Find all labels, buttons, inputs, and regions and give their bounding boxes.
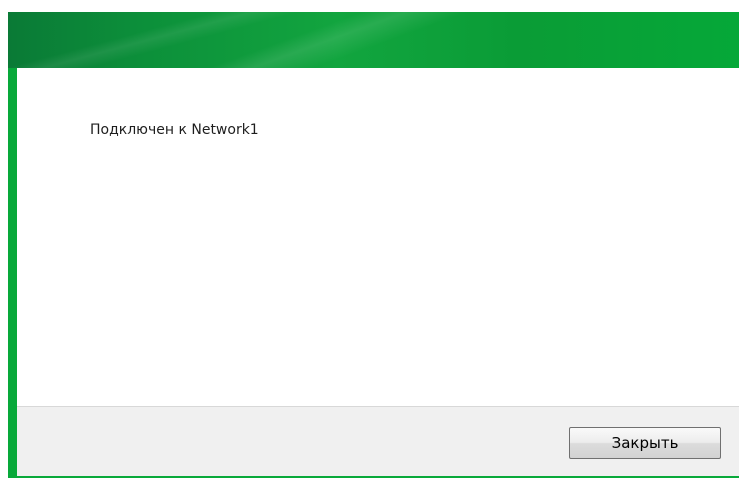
connection-status-text: Подключен к Network1 [90, 122, 259, 138]
title-bar[interactable] [8, 12, 739, 68]
dialog-window: Подключен к Network1 Закрыть [8, 12, 739, 478]
dialog-client-area: Подключен к Network1 Закрыть [17, 68, 739, 478]
dialog-content: Подключен к Network1 [17, 68, 739, 407]
close-button[interactable]: Закрыть [569, 427, 721, 459]
page: Подключен к Network1 Закрыть [0, 0, 739, 486]
dialog-footer: Закрыть [17, 407, 739, 478]
window-bottom-border [17, 476, 739, 478]
